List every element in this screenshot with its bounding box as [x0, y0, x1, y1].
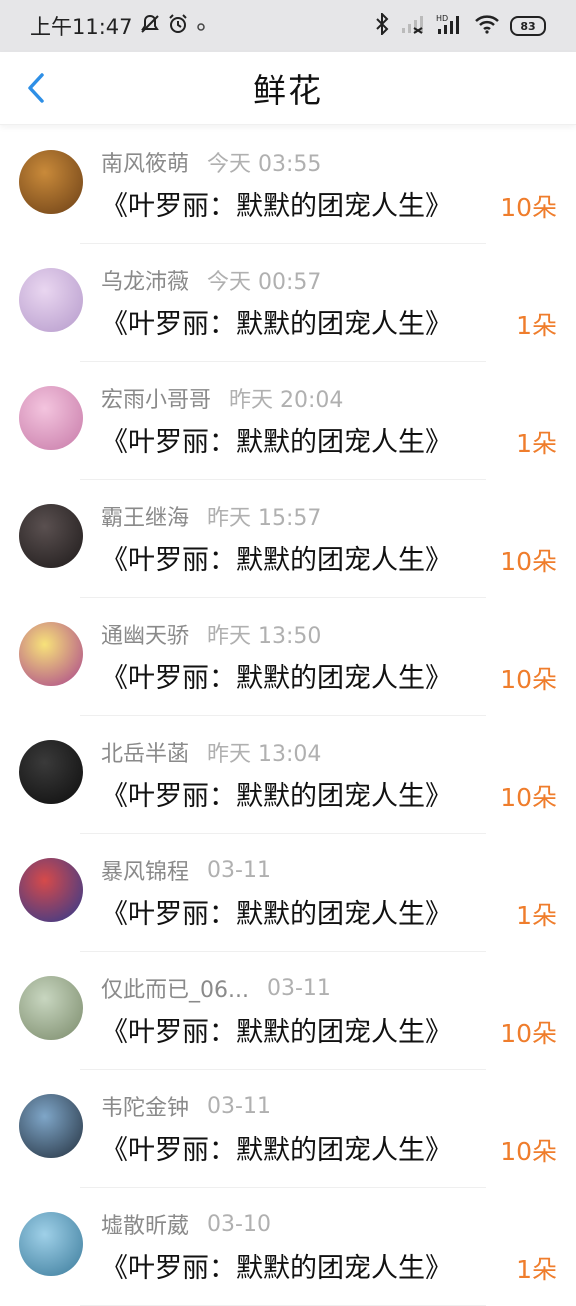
book-title[interactable]: 《叶罗丽：默默的团宠人生》 [101, 302, 452, 341]
back-button[interactable] [16, 68, 56, 108]
user-name[interactable]: 宏雨小哥哥 [101, 382, 211, 414]
timestamp: 03-11 [207, 1093, 271, 1119]
user-name[interactable]: 仅此而已_06... [101, 972, 249, 1004]
list-item[interactable]: 暴风锦程 03-11 《叶罗丽：默默的团宠人生》 1朵 [0, 834, 576, 952]
item-meta: 通幽天骄 昨天 13:50 [101, 618, 321, 650]
back-arrow-icon [28, 73, 44, 103]
book-title[interactable]: 《叶罗丽：默默的团宠人生》 [101, 184, 452, 223]
item-meta: 暴风锦程 03-11 [101, 854, 271, 886]
flower-count: 10朵 [500, 1137, 557, 1166]
flower-list: 南风筱萌 今天 03:55 《叶罗丽：默默的团宠人生》 10朵 乌龙沛薇 今天 00:57… [0, 126, 576, 1306]
timestamp: 昨天 13:50 [207, 624, 322, 649]
user-name[interactable]: 霸王继海 [101, 500, 189, 532]
list-item[interactable]: 霸王继海 昨天 15:57 《叶罗丽：默默的团宠人生》 10朵 [0, 480, 576, 598]
flower-count: 10朵 [500, 665, 557, 694]
timestamp: 03-11 [266, 975, 331, 1001]
list-item[interactable]: 通幽天骄 昨天 13:50 《叶罗丽：默默的团宠人生》 10朵 [0, 598, 576, 716]
flower-count: 1朵 [516, 311, 557, 340]
user-name[interactable]: 通幽天骄 [101, 618, 189, 650]
avatar[interactable] [19, 1094, 83, 1158]
timestamp: 昨天 20:04 [229, 388, 344, 413]
user-name[interactable]: 韦陀金钟 [101, 1090, 189, 1122]
avatar[interactable] [19, 1212, 83, 1276]
avatar[interactable] [19, 740, 83, 804]
item-meta: 南风筱萌 今天 03:55 [101, 146, 321, 178]
bluetooth-icon [374, 11, 390, 39]
list-item[interactable]: 仅此而已_06... 03-11 《叶罗丽：默默的团宠人生》 10朵 [0, 952, 576, 1070]
user-name[interactable]: 南风筱萌 [101, 146, 189, 178]
item-meta: 仅此而已_06... 03-11 [101, 972, 331, 1004]
alarm-icon [167, 13, 189, 40]
notification-dot-icon [195, 14, 207, 38]
avatar[interactable] [19, 150, 83, 214]
flower-count: 10朵 [500, 193, 557, 222]
page-title: 鲜花 [253, 71, 323, 110]
user-name[interactable]: 乌龙沛薇 [101, 264, 189, 296]
book-title[interactable]: 《叶罗丽：默默的团宠人生》 [101, 1128, 452, 1167]
wifi-icon [474, 14, 500, 38]
item-meta: 墟散昕葳 03-10 [101, 1208, 271, 1240]
book-title[interactable]: 《叶罗丽：默默的团宠人生》 [101, 1010, 452, 1049]
book-title[interactable]: 《叶罗丽：默默的团宠人生》 [101, 538, 452, 577]
item-meta: 乌龙沛薇 今天 00:57 [101, 264, 321, 296]
timestamp: 昨天 13:04 [207, 742, 322, 767]
book-title[interactable]: 《叶罗丽：默默的团宠人生》 [101, 420, 452, 459]
book-title[interactable]: 《叶罗丽：默默的团宠人生》 [101, 892, 452, 931]
status-time: 上午11:47 [30, 15, 133, 39]
avatar[interactable] [19, 622, 83, 686]
svg-text:HD: HD [436, 14, 448, 23]
list-item[interactable]: 南风筱萌 今天 03:55 《叶罗丽：默默的团宠人生》 10朵 [0, 126, 576, 244]
avatar[interactable] [19, 386, 83, 450]
book-title[interactable]: 《叶罗丽：默默的团宠人生》 [101, 656, 452, 695]
user-name[interactable]: 墟散昕葳 [101, 1208, 189, 1240]
mute-icon [139, 13, 161, 40]
item-meta: 北岳半菡 昨天 13:04 [101, 736, 321, 768]
list-item[interactable]: 韦陀金钟 03-11 《叶罗丽：默默的团宠人生》 10朵 [0, 1070, 576, 1188]
timestamp: 03-10 [207, 1211, 271, 1237]
status-bar: 上午11:47 HD 83 [0, 0, 576, 52]
timestamp: 今天 03:55 [207, 152, 322, 177]
timestamp: 今天 00:57 [207, 270, 322, 295]
book-title[interactable]: 《叶罗丽：默默的团宠人生》 [101, 774, 452, 813]
item-meta: 韦陀金钟 03-11 [101, 1090, 271, 1122]
avatar[interactable] [19, 504, 83, 568]
item-meta: 霸王继海 昨天 15:57 [101, 500, 321, 532]
signal-weak-icon [400, 14, 426, 38]
user-name[interactable]: 暴风锦程 [101, 854, 189, 886]
book-title[interactable]: 《叶罗丽：默默的团宠人生》 [101, 1246, 452, 1285]
battery-icon: 83 [510, 16, 546, 36]
list-item[interactable]: 北岳半菡 昨天 13:04 《叶罗丽：默默的团宠人生》 10朵 [0, 716, 576, 834]
timestamp: 03-11 [207, 857, 271, 883]
signal-hd-icon: HD [436, 13, 464, 39]
user-name[interactable]: 北岳半菡 [101, 736, 189, 768]
flower-count: 1朵 [516, 1255, 557, 1284]
avatar[interactable] [19, 976, 83, 1040]
flower-count: 1朵 [516, 901, 557, 930]
flower-count: 10朵 [500, 547, 557, 576]
avatar[interactable] [19, 268, 83, 332]
list-item[interactable]: 乌龙沛薇 今天 00:57 《叶罗丽：默默的团宠人生》 1朵 [0, 244, 576, 362]
list-item[interactable]: 墟散昕葳 03-10 《叶罗丽：默默的团宠人生》 1朵 [0, 1188, 576, 1306]
flower-count: 10朵 [500, 783, 557, 812]
avatar[interactable] [19, 858, 83, 922]
item-meta: 宏雨小哥哥 昨天 20:04 [101, 382, 343, 414]
title-bar: 鲜花 [0, 52, 576, 125]
timestamp: 昨天 15:57 [207, 506, 322, 531]
flower-count: 10朵 [500, 1019, 557, 1048]
flower-count: 1朵 [516, 429, 557, 458]
list-item[interactable]: 宏雨小哥哥 昨天 20:04 《叶罗丽：默默的团宠人生》 1朵 [0, 362, 576, 480]
